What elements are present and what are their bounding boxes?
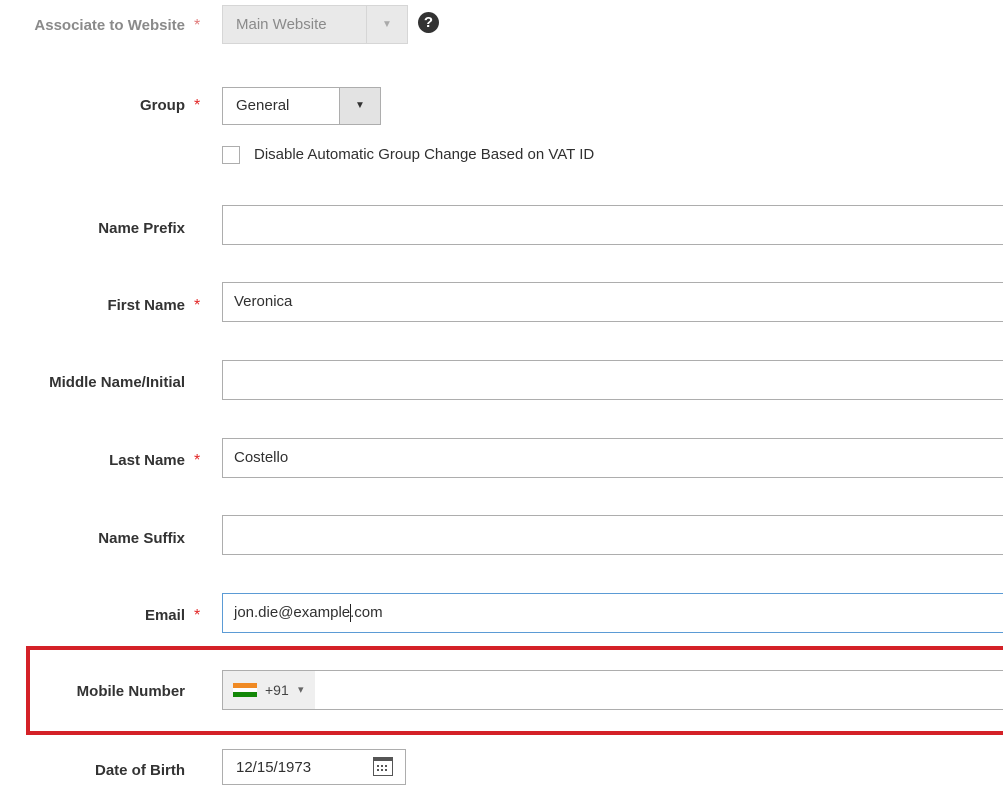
help-icon[interactable]: ? xyxy=(418,12,439,33)
middle-name-input[interactable] xyxy=(222,360,1003,400)
country-code-selector[interactable]: +91 ▾ xyxy=(223,671,315,709)
country-code: +91 xyxy=(265,682,289,698)
group-select[interactable]: General ▼ xyxy=(222,87,381,125)
mobile-number-label: Mobile Number xyxy=(76,683,185,700)
vat-checkbox-label[interactable]: Disable Automatic Group Change Based on … xyxy=(254,145,594,165)
name-suffix-input[interactable] xyxy=(222,515,1003,555)
email-value-after-cursor: .com xyxy=(350,604,383,621)
dob-label: Date of Birth xyxy=(95,762,185,779)
first-name-required-mark: * xyxy=(194,297,201,314)
first-name-input[interactable]: Veronica xyxy=(222,282,1003,322)
india-flag-icon xyxy=(233,683,257,697)
email-value-before-cursor: jon.die@example xyxy=(234,604,351,621)
website-select-value: Main Website xyxy=(236,16,327,33)
dob-value: 12/15/1973 xyxy=(236,759,312,776)
chevron-down-icon: ▼ xyxy=(366,6,407,43)
email-label: Email xyxy=(144,607,185,624)
name-suffix-label: Name Suffix xyxy=(98,530,185,547)
name-prefix-input[interactable] xyxy=(222,205,1003,245)
website-required-mark: * xyxy=(194,17,201,34)
calendar-icon[interactable] xyxy=(373,757,393,776)
last-name-input[interactable]: Costello xyxy=(222,438,1003,478)
chevron-down-icon: ▾ xyxy=(298,684,304,696)
email-input[interactable]: jon.die@example.com xyxy=(222,593,1003,633)
dob-input[interactable]: 12/15/1973 xyxy=(222,749,406,785)
name-prefix-label: Name Prefix xyxy=(98,220,185,237)
first-name-label: First Name xyxy=(107,297,185,314)
last-name-required-mark: * xyxy=(194,452,201,469)
group-required-mark: * xyxy=(194,97,201,114)
website-select[interactable]: Main Website ▼ xyxy=(222,5,408,44)
group-select-value: General xyxy=(236,97,290,114)
mobile-number-input[interactable]: +91 ▾ xyxy=(222,670,1003,710)
website-label: Associate to Website xyxy=(34,17,185,34)
chevron-down-icon: ▼ xyxy=(339,88,380,124)
last-name-label: Last Name xyxy=(109,452,185,469)
middle-name-label: Middle Name/Initial xyxy=(49,374,185,391)
group-label: Group xyxy=(140,97,185,114)
email-required-mark: * xyxy=(194,607,201,624)
vat-checkbox[interactable] xyxy=(222,146,240,164)
